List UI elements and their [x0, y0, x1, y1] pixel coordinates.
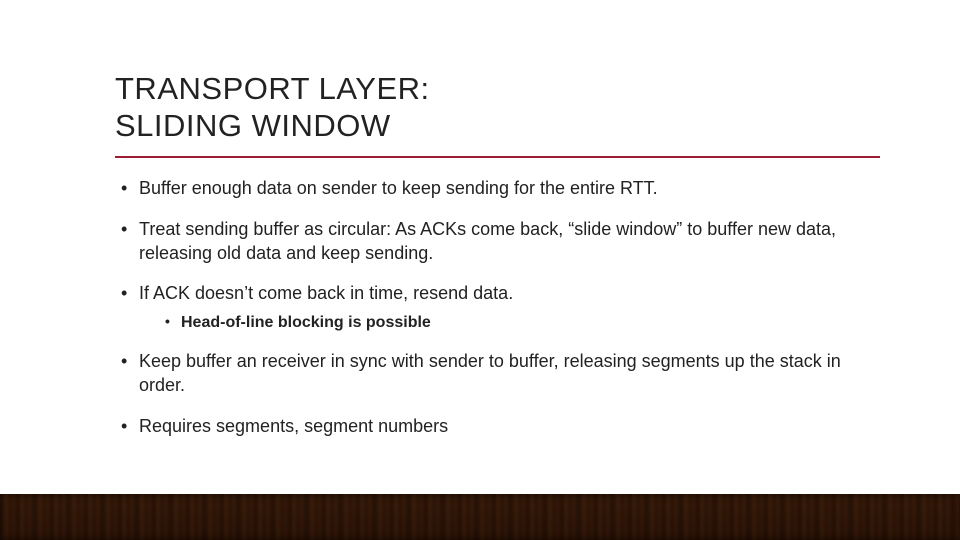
bullet-text: Keep buffer an receiver in sync with sen… — [139, 351, 841, 395]
slide-title: TRANSPORT LAYER: SLIDING WINDOW — [115, 70, 880, 144]
bullet-item: Buffer enough data on sender to keep sen… — [115, 176, 880, 200]
title-underline — [115, 156, 880, 158]
sub-bullet-item: Head-of-line blocking is possible — [139, 312, 880, 334]
bullet-list: Buffer enough data on sender to keep sen… — [115, 176, 880, 438]
bullet-item: Keep buffer an receiver in sync with sen… — [115, 349, 880, 398]
slide: TRANSPORT LAYER: SLIDING WINDOW Buffer e… — [0, 0, 960, 540]
content-area: TRANSPORT LAYER: SLIDING WINDOW Buffer e… — [115, 70, 880, 454]
bullet-item: Treat sending buffer as circular: As ACK… — [115, 217, 880, 266]
sub-bullet-list: Head-of-line blocking is possible — [139, 312, 880, 334]
sub-bullet-text: Head-of-line blocking is possible — [181, 314, 431, 331]
bullet-text: Requires segments, segment numbers — [139, 416, 448, 436]
wood-floor-decoration — [0, 494, 960, 540]
bullet-item: If ACK doesn’t come back in time, resend… — [115, 281, 880, 333]
bullet-text: If ACK doesn’t come back in time, resend… — [139, 283, 513, 303]
bullet-text: Treat sending buffer as circular: As ACK… — [139, 219, 836, 263]
bullet-text: Buffer enough data on sender to keep sen… — [139, 178, 658, 198]
bullet-item: Requires segments, segment numbers — [115, 414, 880, 438]
